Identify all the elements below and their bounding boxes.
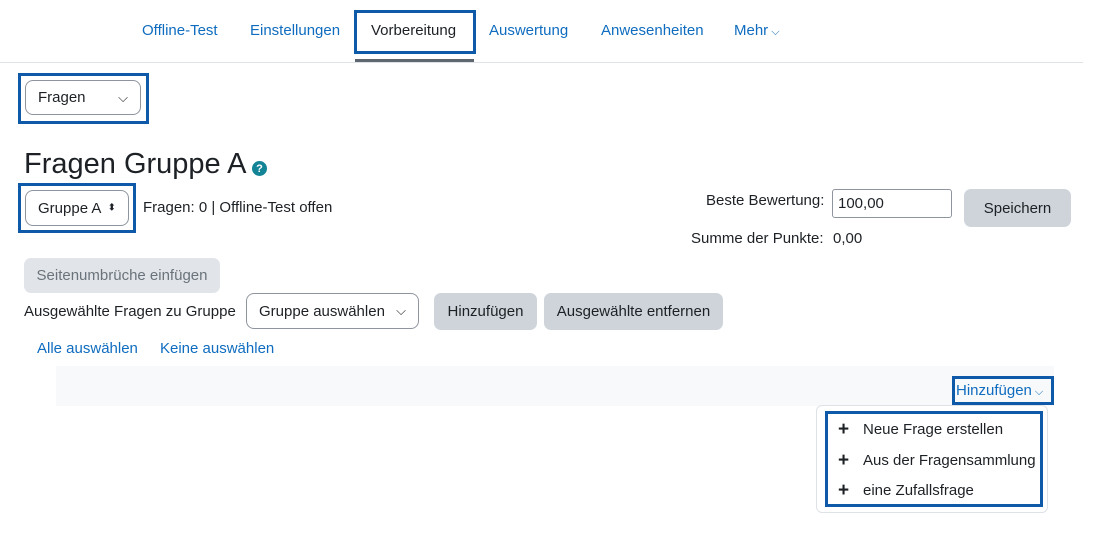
selected-to-group-label: Ausgewählte Fragen zu Gruppe [24,303,236,320]
chevron-down-icon: ⌵ [771,26,780,38]
chevron-down-icon: ⌵ [1034,386,1044,398]
sort-updown-icon: ⬍ [107,202,116,214]
section-select[interactable]: Fragen ⌵ [25,80,141,115]
page-header-bar [56,366,1054,406]
status-text: Fragen: 0 | Offline-Test offen [143,199,333,216]
help-icon[interactable]: ? [252,161,267,176]
tab-mehr-label: Mehr [734,22,769,39]
tab-auswertung[interactable]: Auswertung [489,22,568,39]
select-all-link[interactable]: Alle auswählen [37,340,138,357]
add-menu-toggle[interactable]: Hinzufügen ⌵ [956,382,1043,399]
select-none-link[interactable]: Keine auswählen [160,340,274,357]
active-tab-indicator [355,59,474,62]
tab-mehr[interactable]: Mehr ⌵ [734,22,780,39]
highlight-frame-add-menu [825,411,1043,507]
save-button[interactable]: Speichern [964,189,1071,227]
group-choose-value: Gruppe auswählen [259,302,385,320]
group-select[interactable]: Gruppe A ⬍ [25,190,129,226]
add-to-group-button[interactable]: Hinzufügen [434,293,537,330]
secondary-navigation: Offline-Test Einstellungen Vorbereitung … [0,0,1083,63]
add-menu-toggle-label: Hinzufügen [956,382,1032,399]
chevron-down-icon: ⌵ [396,303,406,318]
sum-points-label: Summe der Punkte: [691,230,824,247]
remove-selected-button[interactable]: Ausgewählte entfernen [544,293,723,330]
section-select-value: Fragen [38,89,86,106]
group-select-value: Gruppe A [38,199,102,217]
group-choose-select[interactable]: Gruppe auswählen ⌵ [246,293,419,329]
tab-anwesenheiten[interactable]: Anwesenheiten [601,22,704,39]
tab-offline-test[interactable]: Offline-Test [142,22,218,39]
chevron-down-icon: ⌵ [118,89,128,105]
sum-points-value: 0,00 [833,230,863,247]
best-grade-label: Beste Bewertung: [706,192,825,209]
tab-einstellungen[interactable]: Einstellungen [250,22,340,39]
page-title: Fragen Gruppe A [24,148,247,180]
insert-page-breaks-button[interactable]: Seitenumbrüche einfügen [24,258,220,293]
highlight-frame-tab [354,10,476,54]
best-grade-input[interactable]: 100,00 [832,189,952,218]
